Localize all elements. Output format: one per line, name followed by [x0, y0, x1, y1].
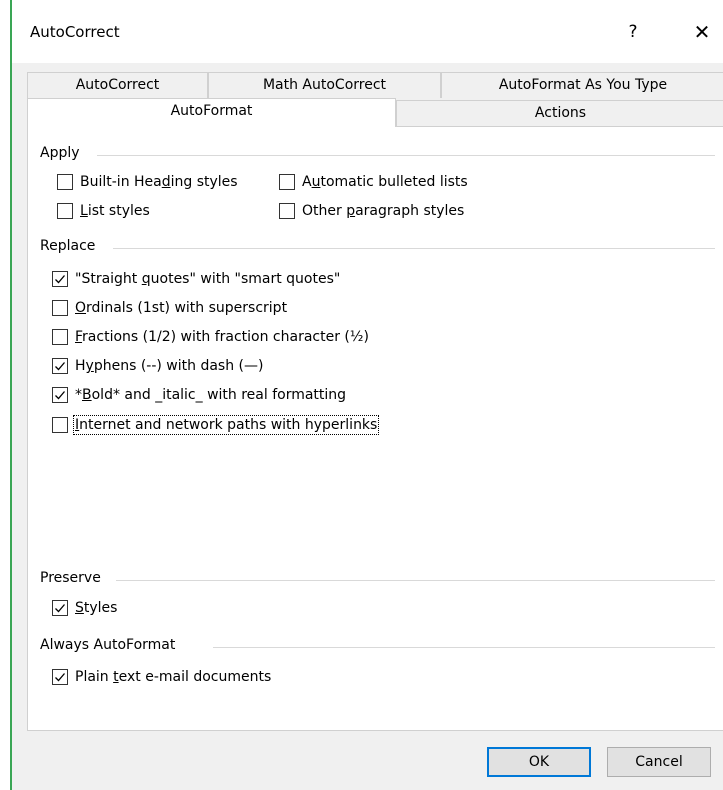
checkbox-box[interactable]: [57, 203, 73, 219]
autoformat-panel: Apply Built-in Heading styles Automatic …: [27, 126, 723, 731]
title-bar: AutoCorrect ? ✕: [12, 0, 723, 63]
checkbox-label: List styles: [80, 203, 150, 219]
cancel-button[interactable]: Cancel: [607, 747, 711, 777]
always-autoformat-divider: [213, 647, 715, 648]
tab-math-autocorrect[interactable]: Math AutoCorrect: [208, 72, 441, 98]
checkbox-box[interactable]: [52, 600, 68, 616]
checkbox-list-styles[interactable]: List styles: [57, 203, 150, 219]
checkbox-box[interactable]: [52, 329, 68, 345]
tab-autoformat[interactable]: AutoFormat: [27, 98, 396, 127]
checkbox-label: Internet and network paths with hyperlin…: [72, 415, 380, 435]
checkbox-fractions[interactable]: Fractions (1/2) with fraction character …: [52, 329, 369, 345]
checkbox-box[interactable]: [57, 174, 73, 190]
checkbox-label: Styles: [75, 600, 118, 616]
tab-autoformat-as-you-type[interactable]: AutoFormat As You Type: [441, 72, 723, 98]
close-button[interactable]: ✕: [688, 18, 716, 46]
checkbox-automatic-bulleted-lists[interactable]: Automatic bulleted lists: [279, 174, 468, 190]
checkbox-label: *Bold* and _italic_ with real formatting: [75, 387, 347, 403]
checkbox-other-paragraph-styles[interactable]: Other paragraph styles: [279, 203, 464, 219]
tab-autocorrect[interactable]: AutoCorrect: [27, 72, 208, 98]
checkbox-hyphens-with-dash[interactable]: Hyphens (--) with dash (—): [52, 358, 263, 374]
checkbox-internet-paths-hyperlinks[interactable]: Internet and network paths with hyperlin…: [52, 415, 380, 435]
checkbox-label: Automatic bulleted lists: [302, 174, 468, 190]
apply-divider: [97, 155, 715, 156]
checkbox-label: Fractions (1/2) with fraction character …: [75, 329, 369, 345]
checkbox-bold-italic-formatting[interactable]: *Bold* and _italic_ with real formatting: [52, 387, 346, 403]
checkbox-box[interactable]: [52, 387, 68, 403]
checkbox-builtin-heading-styles[interactable]: Built-in Heading styles: [57, 174, 238, 190]
help-button[interactable]: ?: [619, 18, 647, 46]
checkbox-label: Hyphens (--) with dash (—): [75, 358, 264, 374]
checkbox-plain-text-email[interactable]: Plain text e-mail documents: [52, 669, 271, 685]
checkbox-box[interactable]: [52, 271, 68, 287]
checkbox-label: Built-in Heading styles: [80, 174, 238, 190]
preserve-divider: [116, 580, 715, 581]
checkbox-box[interactable]: [279, 203, 295, 219]
autocorrect-dialog: AutoCorrect ? ✕ AutoCorrect Math AutoCor…: [10, 0, 723, 790]
checkbox-ordinals[interactable]: Ordinals (1st) with superscript: [52, 300, 287, 316]
replace-divider: [113, 248, 715, 249]
dialog-title: AutoCorrect: [30, 23, 120, 41]
checkbox-label: Other paragraph styles: [302, 203, 465, 219]
checkbox-straight-quotes[interactable]: "Straight quotes" with "smart quotes": [52, 271, 340, 287]
checkbox-box[interactable]: [52, 300, 68, 316]
apply-section-label: Apply: [40, 145, 80, 161]
checkbox-box[interactable]: [52, 669, 68, 685]
checkbox-label: "Straight quotes" with "smart quotes": [75, 271, 341, 287]
tab-actions[interactable]: Actions: [396, 100, 723, 126]
checkbox-label: Ordinals (1st) with superscript: [75, 300, 288, 316]
checkbox-preserve-styles[interactable]: Styles: [52, 600, 117, 616]
checkbox-label: Plain text e-mail documents: [75, 669, 272, 685]
always-autoformat-section-label: Always AutoFormat: [40, 637, 176, 653]
checkbox-box[interactable]: [52, 417, 68, 433]
preserve-section-label: Preserve: [40, 570, 101, 586]
ok-button[interactable]: OK: [487, 747, 591, 777]
checkbox-box[interactable]: [279, 174, 295, 190]
replace-section-label: Replace: [40, 238, 96, 254]
checkbox-box[interactable]: [52, 358, 68, 374]
